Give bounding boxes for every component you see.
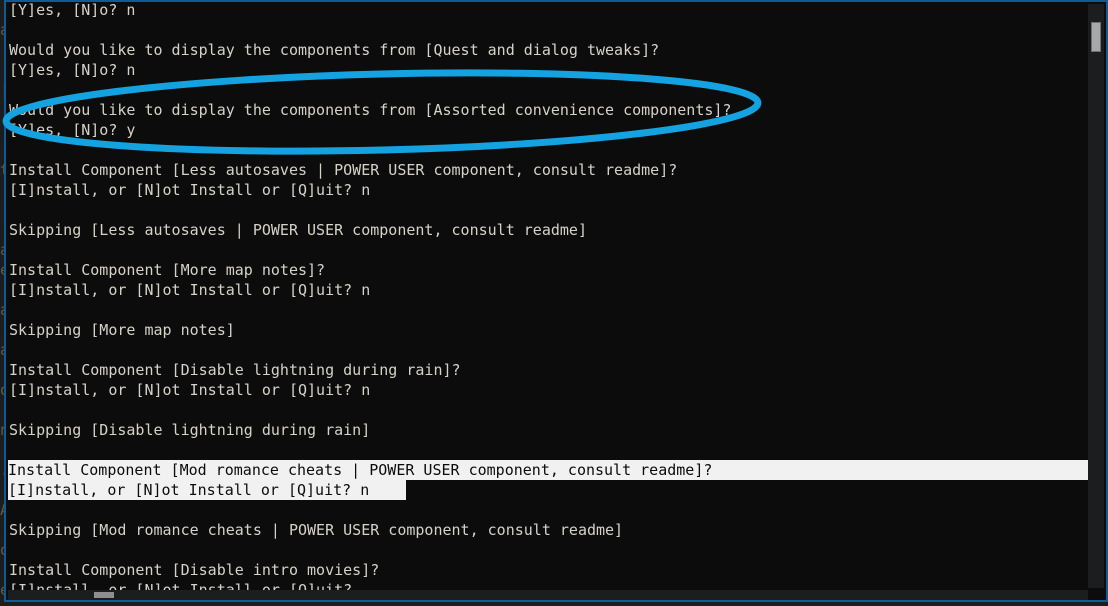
terminal-line: [Y]es, [N]o? n	[8, 2, 1088, 20]
terminal-line-text: Skipping [Mod romance cheats | POWER USE…	[9, 521, 624, 539]
terminal-line-text	[8, 140, 1088, 160]
terminal-line-text: Would you like to display the components…	[9, 41, 660, 59]
terminal-line: Install Component [Mod romance cheats | …	[8, 460, 1088, 480]
terminal-line-text: [I]nstall, or [N]ot Install or [Q]uit? n	[9, 381, 371, 399]
terminal-line: [Y]es, [N]o? n	[8, 60, 1088, 80]
terminal-line	[8, 540, 1088, 560]
terminal-line-text	[8, 80, 1088, 100]
terminal-line-text: [Y]es, [N]o? n	[9, 2, 136, 19]
terminal-line-text	[8, 240, 1088, 260]
terminal-line: Install Component [Less autosaves | POWE…	[8, 160, 1088, 180]
selected-text: Install Component [Mod romance cheats | …	[8, 460, 1088, 480]
terminal-line: Would you like to display the components…	[8, 40, 1088, 60]
terminal-line: Skipping [Less autosaves | POWER USER co…	[8, 220, 1088, 240]
terminal-line	[8, 400, 1088, 420]
terminal-line: [I]nstall, or [N]ot Install or [Q]uit? n	[8, 280, 1088, 300]
terminal-lines: [Y]es, [N]o? n Would you like to display …	[8, 2, 1088, 590]
terminal-line	[8, 240, 1088, 260]
terminal-line: Install Component [Disable lightning dur…	[8, 360, 1088, 380]
terminal-line-text: Install Component [Disable lightning dur…	[9, 361, 461, 379]
terminal-window[interactable]: [Y]es, [N]o? n Would you like to display …	[4, 0, 1108, 602]
terminal-line: Install Component [More map notes]?	[8, 260, 1088, 280]
terminal-line: [I]nstall, or [N]ot Install or [Q]uit?	[8, 580, 1088, 590]
terminal-line	[8, 200, 1088, 220]
terminal-line: [I]nstall, or [N]ot Install or [Q]uit? n	[8, 380, 1088, 400]
terminal-line-text: Skipping [Less autosaves | POWER USER co…	[9, 221, 587, 239]
terminal-line-text: Install Component [Less autosaves | POWE…	[9, 161, 678, 179]
terminal-line-text	[8, 20, 1088, 40]
terminal-line	[8, 140, 1088, 160]
terminal-line-text: [I]nstall, or [N]ot Install or [Q]uit?	[9, 581, 353, 590]
terminal-line-text	[8, 200, 1088, 220]
terminal-line-text: [I]nstall, or [N]ot Install or [Q]uit? n	[9, 181, 371, 199]
terminal-line-text	[8, 500, 1088, 520]
terminal-line: [I]nstall, or [N]ot Install or [Q]uit? n	[8, 480, 1088, 500]
terminal-line	[8, 20, 1088, 40]
terminal-line-text: Skipping [More map notes]	[9, 321, 235, 339]
screenshot-root: a|taeaaqn.Aoe [Y]es, [N]o? nWould you li…	[0, 0, 1108, 606]
terminal-line: [I]nstall, or [N]ot Install or [Q]uit? n	[8, 180, 1088, 200]
terminal-line-text: Install Component [Disable intro movies]…	[9, 561, 380, 579]
vertical-scrollbar[interactable]	[1088, 4, 1104, 588]
terminal-line: Skipping [Disable lightning during rain]	[8, 420, 1088, 440]
terminal-line	[8, 440, 1088, 460]
terminal-output-area[interactable]: [Y]es, [N]o? n Would you like to display …	[6, 2, 1088, 590]
terminal-line-text: Install Component [More map notes]?	[9, 261, 326, 279]
terminal-line-text: [Y]es, [N]o? n	[9, 61, 136, 79]
terminal-line-text	[8, 400, 1088, 420]
horizontal-scrollbar[interactable]	[8, 590, 1088, 600]
terminal-line-text: [I]nstall, or [N]ot Install or [Q]uit? n	[9, 281, 371, 299]
selected-text: [I]nstall, or [N]ot Install or [Q]uit? n	[8, 480, 406, 500]
vertical-scrollbar-thumb[interactable]	[1091, 22, 1101, 52]
terminal-line: [Y]es, [N]o? y	[8, 120, 1088, 140]
terminal-line	[8, 340, 1088, 360]
terminal-line-text	[8, 340, 1088, 360]
terminal-line	[8, 300, 1088, 320]
terminal-line-text: [Y]es, [N]o? y	[9, 121, 136, 139]
terminal-line-text: Would you like to display the components…	[9, 101, 732, 119]
terminal-line	[8, 500, 1088, 520]
horizontal-scrollbar-thumb[interactable]	[94, 592, 114, 598]
terminal-line: Would you like to display the components…	[8, 100, 1088, 120]
terminal-line-text	[8, 440, 1088, 460]
terminal-line: Skipping [More map notes]	[8, 320, 1088, 340]
terminal-line	[8, 80, 1088, 100]
terminal-line-text	[8, 300, 1088, 320]
terminal-line: Install Component [Disable intro movies]…	[8, 560, 1088, 580]
terminal-line-text	[8, 540, 1088, 560]
terminal-line-text: Skipping [Disable lightning during rain]	[9, 421, 371, 439]
terminal-line: Skipping [Mod romance cheats | POWER USE…	[8, 520, 1088, 540]
